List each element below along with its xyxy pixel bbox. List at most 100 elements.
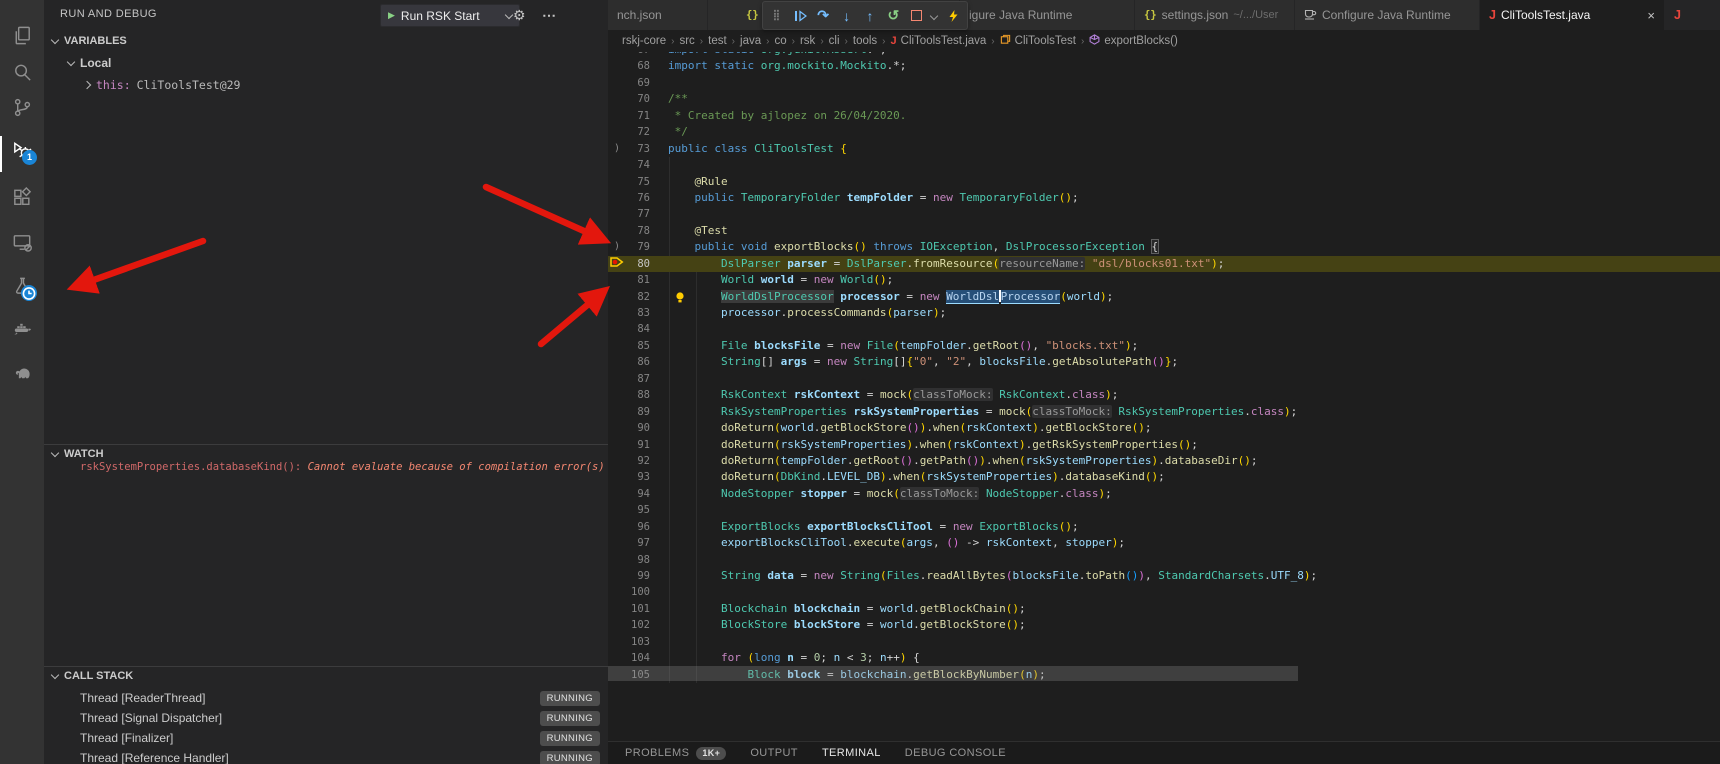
code-line-89[interactable]: 89 RskSystemProperties rskSystemProperti…: [608, 404, 1720, 420]
breakpoint-gutter[interactable]: [608, 437, 626, 453]
lightbulb-icon[interactable]: [674, 291, 686, 304]
code-line-98[interactable]: 98: [608, 552, 1720, 568]
code-line-81[interactable]: 81 World world = new World();: [608, 272, 1720, 288]
breakpoint-gutter[interactable]: [608, 321, 626, 337]
run-and-debug-icon[interactable]: 1: [0, 130, 44, 170]
watch-expression[interactable]: rskSystemProperties.databaseKind(): Cann…: [80, 461, 604, 473]
explorer-icon[interactable]: [0, 15, 44, 55]
breadcrumb-item[interactable]: rskj-core: [622, 35, 666, 47]
line-number[interactable]: 77: [626, 206, 650, 222]
code-line-88[interactable]: 88 RskContext rskContext = mock(classToM…: [608, 387, 1720, 403]
line-number[interactable]: 73: [626, 141, 650, 157]
breakpoint-gutter[interactable]: [608, 190, 626, 206]
code-line-69[interactable]: 69: [608, 75, 1720, 91]
line-number[interactable]: 86: [626, 354, 650, 370]
line-number[interactable]: 101: [626, 601, 650, 617]
code-line-90[interactable]: 90 doReturn(world.getBlockStore()).when(…: [608, 420, 1720, 436]
breakpoint-gutter[interactable]: [608, 206, 626, 222]
line-number[interactable]: 68: [626, 58, 650, 74]
breakpoint-gutter[interactable]: [608, 58, 626, 74]
variables-section-header[interactable]: VARIABLES: [52, 35, 127, 47]
hot-code-replace-icon[interactable]: [944, 5, 964, 27]
breadcrumb-item[interactable]: java: [740, 35, 761, 47]
code-line-72[interactable]: 72 */: [608, 124, 1720, 140]
extensions-icon[interactable]: [0, 177, 44, 217]
breakpoint-gutter[interactable]: [608, 568, 626, 584]
line-number[interactable]: 82: [626, 289, 650, 305]
code-line-101[interactable]: 101 Blockchain blockchain = world.getBlo…: [608, 601, 1720, 617]
breakpoint-gutter[interactable]: [608, 289, 626, 305]
breakpoint-gutter[interactable]: [608, 371, 626, 387]
breakpoint-gutter[interactable]: [608, 634, 626, 650]
line-number[interactable]: 94: [626, 486, 650, 502]
line-number[interactable]: 88: [626, 387, 650, 403]
line-number[interactable]: 102: [626, 617, 650, 633]
line-number[interactable]: 97: [626, 535, 650, 551]
code-line-86[interactable]: 86 String[] args = new String[]{"0", "2"…: [608, 354, 1720, 370]
breakpoint-gutter[interactable]: [608, 519, 626, 535]
call-stack-thread[interactable]: Thread [Finalizer]RUNNING: [44, 728, 608, 748]
line-number[interactable]: 69: [626, 75, 650, 91]
code-line-102[interactable]: 102 BlockStore blockStore = world.getBlo…: [608, 617, 1720, 633]
line-number[interactable]: 93: [626, 469, 650, 485]
code-line-70[interactable]: 70/**: [608, 91, 1720, 107]
code-line-77[interactable]: 77: [608, 206, 1720, 222]
line-number[interactable]: 78: [626, 223, 650, 239]
section-divider[interactable]: [44, 666, 608, 667]
code-line-68[interactable]: 68import static org.mockito.Mockito.*;: [608, 58, 1720, 74]
line-number[interactable]: 85: [626, 338, 650, 354]
line-number[interactable]: 84: [626, 321, 650, 337]
step-into-icon[interactable]: ↓: [837, 5, 857, 27]
breakpoint-gutter[interactable]: [608, 552, 626, 568]
code-line-74[interactable]: 74: [608, 157, 1720, 173]
breakpoint-gutter[interactable]: [608, 601, 626, 617]
testing-icon[interactable]: [0, 266, 44, 306]
call-stack-thread[interactable]: Thread [Reference Handler]RUNNING: [44, 748, 608, 764]
breadcrumb-item[interactable]: test: [708, 35, 727, 47]
line-number[interactable]: 81: [626, 272, 650, 288]
code-line-83[interactable]: 83 processor.processCommands(parser);: [608, 305, 1720, 321]
panel-tab-output[interactable]: OUTPUT: [750, 747, 798, 759]
breakpoint-gutter[interactable]: [608, 174, 626, 190]
stop-icon[interactable]: [907, 5, 927, 27]
code-editor[interactable]: 67import static org.junit.Assert.*;68imp…: [608, 52, 1720, 741]
code-line-99[interactable]: 99 String data = new String(Files.readAl…: [608, 568, 1720, 584]
breakpoint-gutter[interactable]: [608, 124, 626, 140]
line-number[interactable]: 79: [626, 239, 650, 255]
stop-options-chevron-icon[interactable]: [930, 5, 940, 27]
code-line-85[interactable]: 85 File blocksFile = new File(tempFolder…: [608, 338, 1720, 354]
code-line-92[interactable]: 92 doReturn(tempFolder.getRoot().getPath…: [608, 453, 1720, 469]
call-stack-thread[interactable]: Thread [ReaderThread]RUNNING: [44, 688, 608, 708]
watch-section-header[interactable]: WATCH: [52, 448, 104, 460]
code-line-76[interactable]: 76 public TemporaryFolder tempFolder = n…: [608, 190, 1720, 206]
remote-explorer-icon[interactable]: [0, 222, 44, 262]
breakpoint-gutter[interactable]: [608, 108, 626, 124]
tab-hidden-6[interactable]: J: [1665, 0, 1720, 30]
breadcrumb-item[interactable]: JCliToolsTest.java: [891, 35, 987, 47]
call-stack-thread[interactable]: Thread [Signal Dispatcher]RUNNING: [44, 708, 608, 728]
code-line-78[interactable]: 78 @Test: [608, 223, 1720, 239]
breakpoint-gutter[interactable]: [608, 453, 626, 469]
code-line-82[interactable]: 82 WorldDslProcessor processor = new Wor…: [608, 289, 1720, 305]
line-number[interactable]: 80: [626, 256, 650, 272]
code-line-73[interactable]: )73public class CliToolsTest {: [608, 141, 1720, 157]
tab-Configure Java Runtime[interactable]: Configure Java Runtime: [1295, 0, 1480, 30]
breadcrumb-item[interactable]: src: [679, 35, 694, 47]
breakpoint-gutter[interactable]: [608, 502, 626, 518]
breakpoint-gutter[interactable]: [608, 420, 626, 436]
code-line-104[interactable]: 104 for (long n = 0; n < 3; n++) {: [608, 650, 1720, 666]
breakpoint-gutter[interactable]: [608, 535, 626, 551]
breakpoint-gutter[interactable]: [608, 305, 626, 321]
panel-tab-terminal[interactable]: TERMINAL: [822, 747, 881, 759]
line-number[interactable]: 99: [626, 568, 650, 584]
overlapping-brace-hint-icon[interactable]: ): [608, 141, 626, 157]
code-line-96[interactable]: 96 ExportBlocks exportBlocksCliTool = ne…: [608, 519, 1720, 535]
line-number[interactable]: 89: [626, 404, 650, 420]
breakpoint-gutter[interactable]: [608, 584, 626, 600]
line-number[interactable]: 70: [626, 91, 650, 107]
breadcrumb-item[interactable]: CliToolsTest: [1000, 34, 1076, 48]
code-line-71[interactable]: 71 * Created by ajlopez on 26/04/2020.: [608, 108, 1720, 124]
horizontal-scrollbar[interactable]: [608, 666, 1298, 681]
line-number[interactable]: 90: [626, 420, 650, 436]
line-number[interactable]: 74: [626, 157, 650, 173]
